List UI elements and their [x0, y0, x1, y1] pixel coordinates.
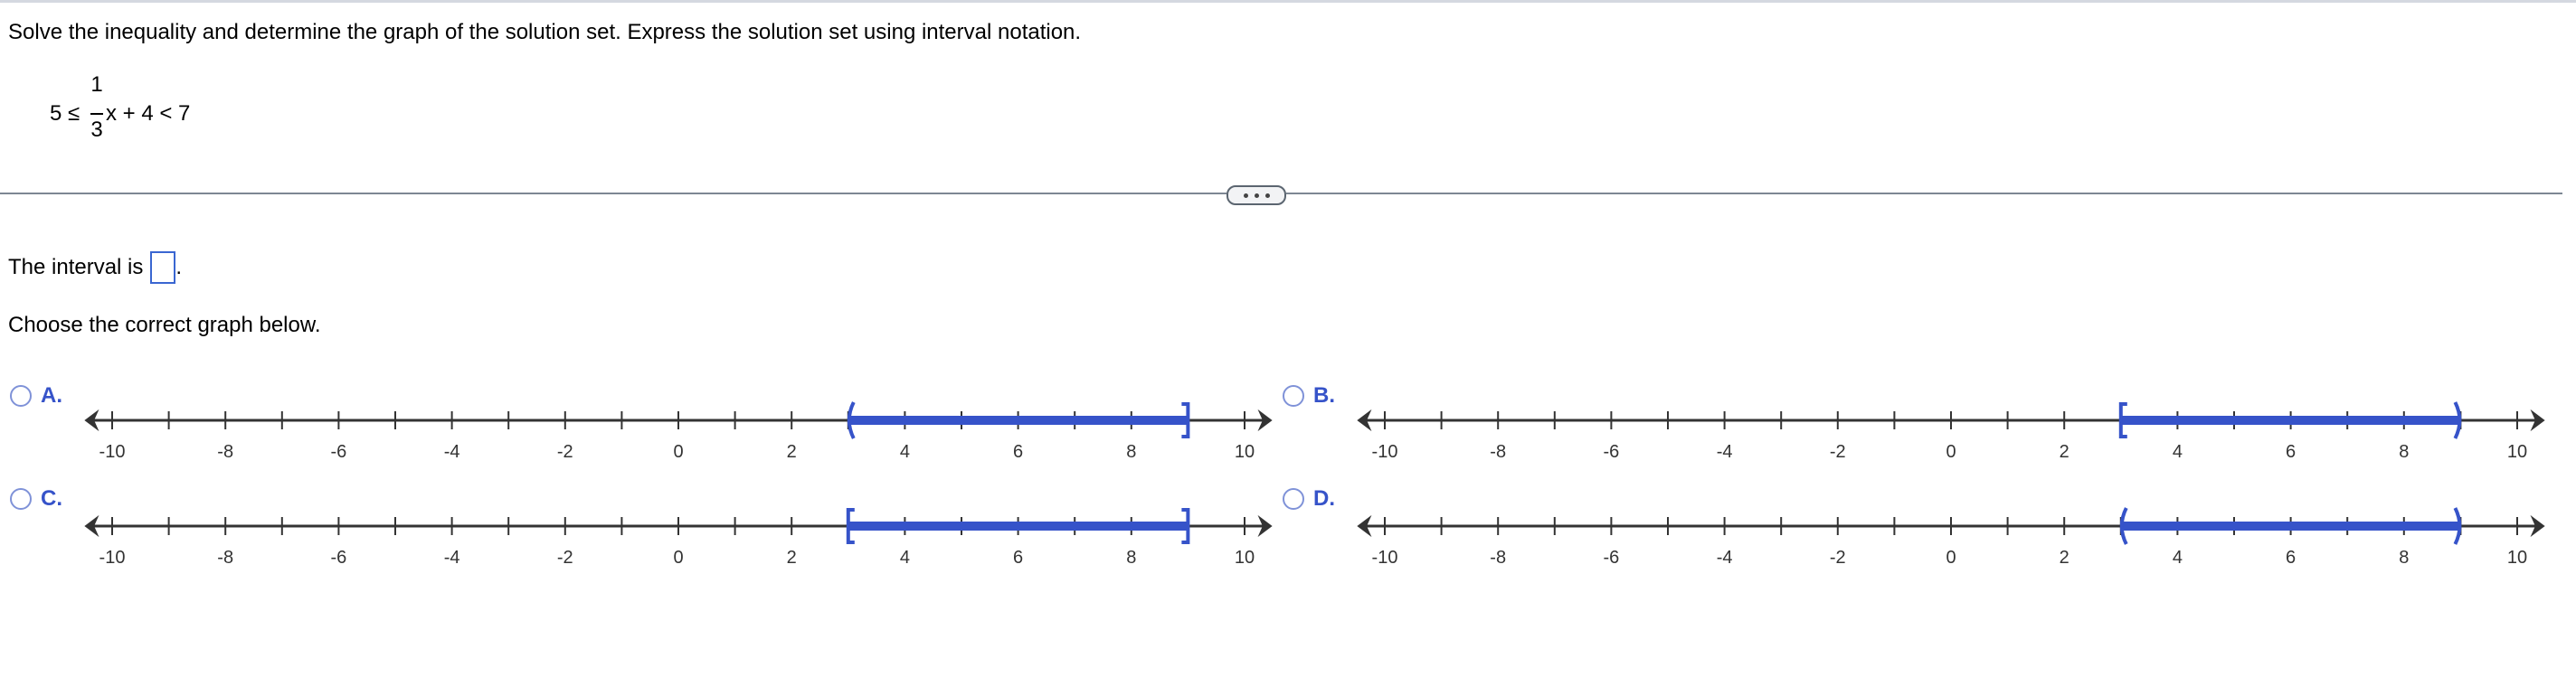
tick-label: -4 [444, 442, 460, 462]
tick-label: 10 [1235, 548, 1255, 568]
option-c-label[interactable]: C. [41, 486, 62, 512]
tick-label: 4 [900, 548, 910, 568]
top-border [0, 0, 2576, 3]
option-a-label[interactable]: A. [41, 383, 62, 409]
tick-label: -2 [1830, 548, 1846, 568]
tick-label: -10 [99, 548, 126, 568]
choose-prompt: Choose the correct graph below. [8, 313, 321, 337]
tick-label: -4 [1717, 548, 1733, 568]
dot-icon [1243, 193, 1248, 198]
interval-row: The interval is . [8, 251, 182, 284]
fraction-bar [90, 113, 103, 115]
tick-label: -10 [1372, 548, 1398, 568]
tick-label: 6 [1013, 548, 1023, 568]
interval-answer-input[interactable] [150, 251, 176, 284]
tick-label: -8 [1490, 548, 1506, 568]
expand-button[interactable] [1226, 185, 1286, 205]
tick-label: 4 [900, 442, 910, 462]
tick-label: 8 [1126, 548, 1136, 568]
radio-a[interactable] [10, 385, 32, 407]
option-b-label[interactable]: B. [1313, 383, 1335, 409]
tick-label: -6 [331, 548, 347, 568]
tick-label: -6 [1604, 548, 1620, 568]
divider-right [1286, 193, 2562, 194]
tick-label: -8 [1490, 442, 1506, 462]
tick-label: 0 [673, 548, 683, 568]
tick-label: -8 [217, 442, 233, 462]
tick-label: 4 [2173, 548, 2183, 568]
tick-label: -4 [1717, 442, 1733, 462]
question-text: Solve the inequality and determine the g… [8, 20, 1082, 44]
tick-label: -2 [1830, 442, 1846, 462]
number-line-c: -10 -8 -6 -4 -2 0 2 4 6 8 10 [84, 508, 1273, 568]
tick-label: 2 [2060, 442, 2069, 462]
dot-icon [1264, 193, 1270, 198]
tick-label: 6 [2286, 548, 2296, 568]
tick-label: 4 [2173, 442, 2183, 462]
interval-suffix: . [175, 255, 183, 279]
tick-label: 6 [1013, 442, 1023, 462]
tick-label: -8 [217, 548, 233, 568]
option-d[interactable]: D. [1283, 486, 1335, 512]
inequality-left: 5 ≤ [50, 101, 80, 126]
tick-label: -2 [557, 442, 573, 462]
interval-prompt: The interval is [8, 255, 144, 279]
inequality-right: x + 4 < 7 [106, 101, 191, 126]
tick-label: 2 [787, 548, 797, 568]
tick-label: 0 [1946, 442, 1956, 462]
tick-label: 8 [2399, 548, 2409, 568]
divider-left [0, 193, 1226, 194]
tick-label: -4 [444, 548, 460, 568]
tick-label: -10 [99, 442, 126, 462]
tick-label: -6 [331, 442, 347, 462]
tick-label: 8 [2399, 442, 2409, 462]
tick-label: 2 [787, 442, 797, 462]
tick-label: 10 [1235, 442, 1255, 462]
numerator: 1 [90, 72, 103, 97]
tick-label: -6 [1604, 442, 1620, 462]
tick-label: 8 [1126, 442, 1136, 462]
tick-label: 0 [1946, 548, 1956, 568]
tick-label: 2 [2060, 548, 2069, 568]
denominator: 3 [90, 118, 103, 142]
tick-label: 6 [2286, 442, 2296, 462]
radio-c[interactable] [10, 488, 32, 510]
tick-label: -10 [1372, 442, 1398, 462]
number-line-d: -10 -8 -6 -4 -2 0 2 4 6 8 10 [1357, 507, 2545, 568]
tick-label: -2 [557, 548, 573, 568]
tick-label: 0 [673, 442, 683, 462]
dot-icon [1254, 193, 1259, 198]
tick-label: 10 [2507, 548, 2527, 568]
tick-label: 10 [2507, 442, 2527, 462]
option-c[interactable]: C. [10, 486, 62, 512]
number-line-b: -10 -8 -6 -4 -2 0 2 4 6 8 10 [1357, 401, 2545, 462]
option-d-label[interactable]: D. [1313, 486, 1335, 512]
option-a[interactable]: A. [10, 383, 62, 409]
number-line-a: -10 -8 -6 -4 -2 0 2 4 6 8 10 [84, 401, 1273, 462]
option-b[interactable]: B. [1283, 383, 1335, 409]
